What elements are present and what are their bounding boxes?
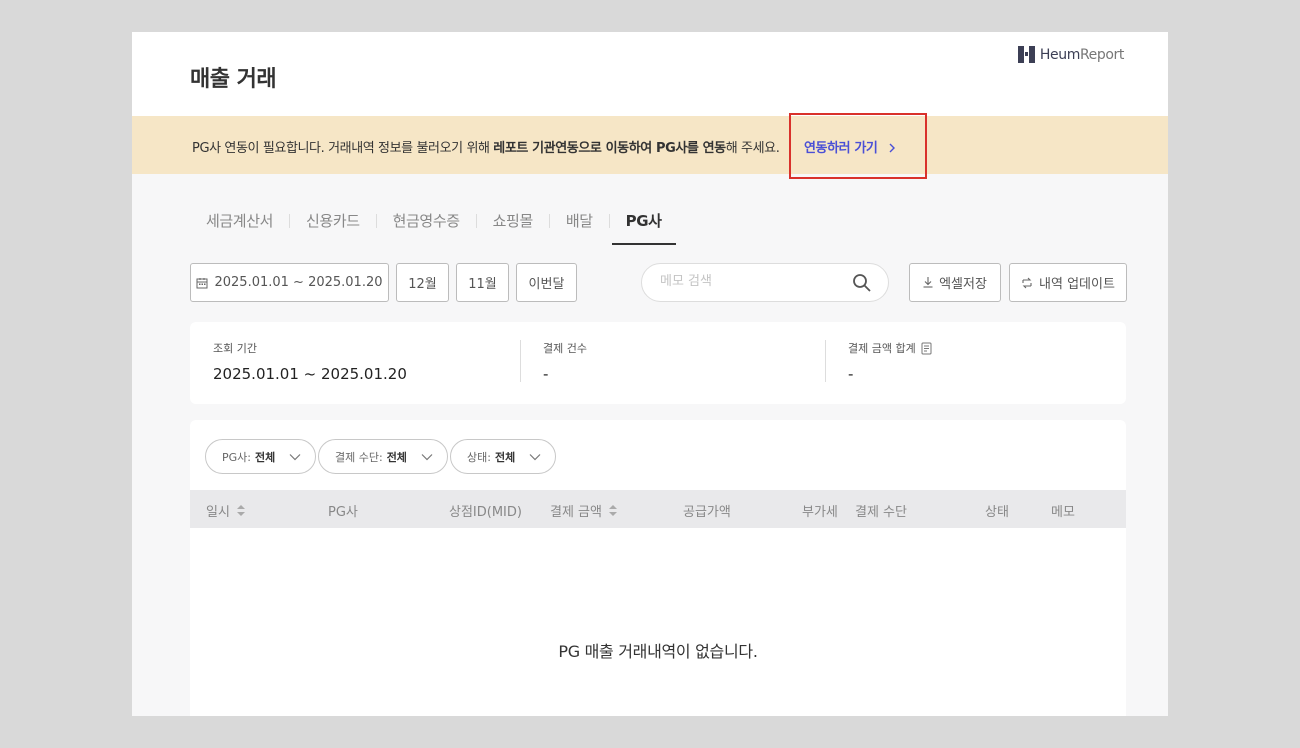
app-window: 매출 거래 HeumReport PG사 연동이 필요합니다. 거래내역 정보를… [132,32,1168,716]
update-history-label: 내역 업데이트 [1039,277,1115,292]
download-icon [923,277,933,288]
column-label-amount: 결제 금액 [550,505,602,520]
empty-state-message: PG 매출 거래내역이 없습니다. [558,642,758,661]
notice-text-prefix: PG사 연동이 필요합니다. 거래내역 정보를 불러오기 위해 [192,141,494,156]
payment-method-filter-value: 전체 [386,450,407,464]
tab-pg[interactable]: PG사 [611,200,676,245]
transactions-panel: PG사: 전체 결제 수단: 전체 상태: 전체 일시 PG사 상점ID(MID… [190,420,1126,716]
tab-divider [289,214,291,228]
column-header-vat: 부가세 [802,505,838,520]
amount-value: - [848,365,854,383]
column-header-datetime[interactable]: 일시 [206,501,246,520]
payment-method-filter-prefix: 결제 수단: [335,450,383,464]
column-header-payment-method: 결제 수단 [855,505,907,520]
pg-filter-dropdown[interactable]: PG사: 전체 [205,439,317,474]
tab-divider [475,214,477,228]
transaction-type-tabs: 세금계산서 신용카드 현금영수증 쇼핑몰 배달 PG사 [206,200,676,245]
page-title: 매출 거래 [190,67,277,92]
chevron-down-icon [289,453,301,460]
summary-divider [520,340,521,382]
column-header-mid: 상점ID(MID) [449,505,522,520]
table-header: 일시 PG사 상점ID(MID) 결제 금액 공급가액 부가세 결제 수단 상태… [190,490,1126,528]
memo-search-input[interactable] [660,274,850,289]
payment-method-filter-dropdown[interactable]: 결제 수단: 전체 [318,439,448,474]
tab-shopping-mall[interactable]: 쇼핑몰 [493,200,534,245]
calendar-icon [196,277,208,288]
column-header-amount[interactable]: 결제 금액 [550,501,618,520]
this-month-button[interactable]: 이번달 [516,263,577,302]
column-header-supply-amount: 공급가액 [683,505,731,520]
december-button[interactable]: 12월 [396,263,449,302]
brand-logo: HeumReport [1017,46,1124,63]
tab-divider [548,214,550,228]
summary-count: 결제 건수 - [543,340,587,383]
november-button[interactable]: 11월 [456,263,509,302]
chevron-down-icon [529,453,541,460]
column-header-memo: 메모 [1051,505,1075,520]
update-history-button[interactable]: 내역 업데이트 [1009,263,1127,302]
notice-text-suffix: 해 주세요. [725,141,780,156]
brand-name: HeumReport [1040,47,1124,63]
tab-delivery[interactable]: 배달 [566,200,593,245]
pg-link-notice-banner: PG사 연동이 필요합니다. 거래내역 정보를 불러오기 위해 레포트 기관연동… [132,116,1168,174]
heum-logo-icon [1017,46,1035,63]
status-filter-value: 전체 [494,450,516,464]
summary-amount: 결제 금액 합계 - [848,340,933,383]
summary-card: 조회 기간 2025.01.01 ~ 2025.01.20 결제 건수 - 결제… [190,322,1126,404]
count-value: - [543,365,549,383]
date-range-value: 2025.01.01 ~ 2025.01.20 [214,275,383,290]
highlight-box [789,113,927,179]
excel-save-button[interactable]: 엑셀저장 [909,263,1001,302]
tab-cash-receipt[interactable]: 현금영수증 [393,200,460,245]
notice-text: PG사 연동이 필요합니다. 거래내역 정보를 불러오기 위해 레포트 기관연동… [192,137,780,156]
page-header: 매출 거래 HeumReport [132,32,1168,116]
receipt-info-icon[interactable] [921,342,933,355]
period-label: 조회 기간 [213,342,257,355]
sync-icon [1022,277,1032,288]
memo-search [641,263,889,302]
brand-name-heum: Heum [1039,46,1080,63]
amount-label-row: 결제 금액 합계 [848,340,933,356]
column-header-pg: PG사 [328,505,358,520]
tab-tax-invoice[interactable]: 세금계산서 [206,200,273,245]
pg-filter-value: 전체 [254,450,276,464]
tab-divider [608,214,610,228]
tab-credit-card[interactable]: 신용카드 [306,200,360,245]
status-filter-prefix: 상태: [467,450,491,464]
period-value: 2025.01.01 ~ 2025.01.20 [213,365,407,383]
sort-icon[interactable] [608,504,618,517]
status-filter-dropdown[interactable]: 상태: 전체 [450,439,557,474]
chevron-down-icon [421,453,433,460]
tab-divider [375,214,377,228]
summary-divider [825,340,826,382]
column-label-datetime: 일시 [206,505,230,520]
brand-name-report: Report [1079,46,1124,63]
column-header-status: 상태 [985,505,1009,520]
notice-text-bold: 레포트 기관연동으로 이동하여 PG사를 연동 [493,141,726,156]
pg-filter-prefix: PG사: [222,450,251,464]
date-range-picker[interactable]: 2025.01.01 ~ 2025.01.20 [190,263,389,302]
excel-save-label: 엑셀저장 [939,277,987,292]
amount-label: 결제 금액 합계 [848,342,916,355]
search-icon[interactable] [852,273,872,293]
summary-period: 조회 기간 2025.01.01 ~ 2025.01.20 [213,340,407,383]
sort-icon[interactable] [236,504,246,517]
count-label: 결제 건수 [543,342,587,355]
